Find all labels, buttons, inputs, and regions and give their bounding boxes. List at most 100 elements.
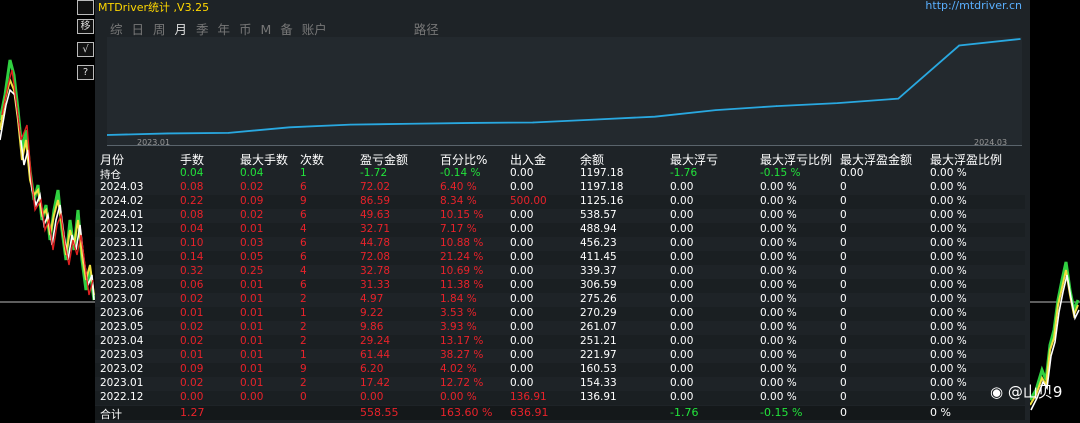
cell-lots: 0.04 — [180, 223, 204, 235]
tab-month[interactable]: 月 — [175, 19, 188, 38]
table-row: 2023.03 0.01 0.01 1 61.44 38.27 % 0.00 221.97 0.… — [95, 349, 1025, 363]
cell-percent: 1.84 % — [440, 293, 477, 305]
cell-count: 2 — [300, 335, 307, 347]
cell-max-float-profit-pct: 0.00 % — [930, 293, 967, 305]
cell-pnl: 558.55 — [360, 406, 399, 419]
tab-summary[interactable]: 综 — [110, 19, 123, 38]
cell-max-float-loss-pct: 0.00 % — [760, 349, 797, 361]
table-row: 2023.08 0.06 0.01 6 31.33 11.38 % 0.00 306.59 0.… — [95, 279, 1025, 293]
cell-month: 2022.12 — [100, 391, 144, 403]
cell-deposit: 0.00 — [510, 223, 534, 235]
cell-balance: 339.37 — [580, 265, 617, 277]
cell-deposit: 0.00 — [510, 363, 534, 375]
col-header-max-float-profit: 最大浮盈金额 — [840, 153, 913, 167]
cell-lots: 0.01 — [180, 307, 204, 319]
cell-max-float-profit: 0 — [840, 265, 847, 277]
cell-lots: 0.02 — [180, 377, 204, 389]
cell-pnl: 49.63 — [360, 209, 391, 221]
table-row: 2023.11 0.10 0.03 6 44.78 10.88 % 0.00 456.23 0.… — [95, 237, 1025, 251]
cell-count: 6 — [300, 181, 307, 193]
tab-account[interactable]: 账户 — [302, 19, 327, 38]
check-button[interactable]: √ — [77, 42, 94, 57]
move-button[interactable]: 移 — [77, 19, 94, 34]
cell-deposit: 0.00 — [510, 181, 534, 193]
col-header-pnl: 盈亏金额 — [360, 153, 409, 167]
help-button[interactable]: ? — [77, 65, 94, 80]
cell-month: 2023.09 — [100, 265, 144, 277]
cell-pnl: 0.00 — [360, 391, 384, 403]
equity-point — [836, 102, 839, 104]
col-header-month: 月份 — [100, 153, 125, 167]
cell-count: 1 — [300, 307, 307, 319]
tab-currency[interactable]: 币 — [239, 19, 252, 38]
cell-month: 2023.06 — [100, 307, 144, 319]
site-link[interactable]: http://mtdriver.cn — [925, 0, 1022, 12]
cell-pnl: -1.72 — [360, 167, 388, 179]
equity-point — [471, 122, 474, 124]
tab-day[interactable]: 日 — [132, 19, 145, 38]
cell-max-float-loss: 0.00 — [670, 251, 694, 263]
cell-balance: 538.57 — [580, 209, 617, 221]
cell-count: 2 — [300, 321, 307, 333]
side-button-hidden[interactable] — [77, 0, 94, 15]
cell-lots: 0.04 — [180, 167, 204, 179]
cell-pnl: 9.86 — [360, 321, 384, 333]
equity-chart-svg — [106, 38, 1021, 136]
cell-lots: 0.00 — [180, 391, 204, 403]
cell-count: 1 — [300, 167, 307, 179]
cell-percent: 7.17 % — [440, 223, 477, 235]
cell-deposit: 0.00 — [510, 307, 534, 319]
cell-percent: 12.72 % — [440, 377, 484, 389]
cell-month: 2023.01 — [100, 377, 144, 389]
cell-month: 2023.02 — [100, 363, 144, 375]
col-header-max-float-loss: 最大浮亏 — [670, 153, 719, 167]
cell-max-float-loss: 0.00 — [670, 265, 694, 277]
cell-max-lots: 0.01 — [240, 335, 264, 347]
cell-max-float-loss-pct: 0.00 % — [760, 377, 797, 389]
col-header-max-float-loss-pct: 最大浮亏比例 — [760, 153, 833, 167]
cell-max-lots: 0.09 — [240, 195, 264, 207]
col-header-count: 次数 — [300, 153, 325, 167]
cell-deposit: 0.00 — [510, 321, 534, 333]
candle-trace-yellow — [0, 76, 95, 296]
equity-point — [1019, 38, 1021, 40]
cell-max-lots: 0.01 — [240, 377, 264, 389]
tab-quarter[interactable]: 季 — [196, 19, 209, 38]
cell-balance: 160.53 — [580, 363, 617, 375]
cell-max-float-loss: 0.00 — [670, 377, 694, 389]
cell-max-float-profit: 0.00 — [840, 167, 864, 179]
cell-max-float-loss: -1.76 — [670, 406, 699, 419]
tab-note[interactable]: 备 — [280, 19, 293, 38]
table-row: 2023.02 0.09 0.01 9 6.20 4.02 % 0.00 160.53 0.00… — [95, 363, 1025, 377]
cell-count: 2 — [300, 293, 307, 305]
cell-max-float-profit-pct: 0.00 % — [930, 321, 967, 333]
equity-point — [897, 97, 900, 100]
cell-month: 持仓 — [100, 169, 121, 181]
equity-point — [654, 115, 656, 118]
tab-path[interactable]: 路径 — [414, 19, 439, 38]
tab-year[interactable]: 年 — [218, 19, 231, 38]
cell-deposit: 0.00 — [510, 237, 534, 249]
tab-m[interactable]: M — [261, 22, 272, 37]
cell-max-float-loss: 0.00 — [670, 349, 694, 361]
cell-month: 合计 — [100, 408, 122, 421]
cell-balance: 1197.18 — [580, 167, 624, 179]
tab-week[interactable]: 周 — [153, 19, 166, 38]
cell-max-float-loss: 0.00 — [670, 321, 694, 333]
cell-pnl: 72.08 — [360, 251, 391, 263]
cell-percent: 13.17 % — [440, 335, 484, 347]
cell-percent: 10.69 % — [440, 265, 484, 277]
cell-max-float-loss-pct: -0.15 % — [760, 406, 803, 419]
equity-point — [532, 121, 534, 124]
equity-line — [106, 38, 1021, 136]
cell-pnl: 4.97 — [360, 293, 384, 305]
cell-max-float-profit-pct: 0.00 % — [930, 307, 967, 319]
cell-max-float-profit: 0 — [840, 335, 847, 347]
cell-percent: 6.40 % — [440, 181, 477, 193]
cell-max-lots: 0.01 — [240, 349, 264, 361]
cell-balance: 261.07 — [580, 321, 617, 333]
table-row: 2023.12 0.04 0.01 4 32.71 7.17 % 0.00 488.94 0.0… — [95, 223, 1025, 237]
cell-count: 1 — [300, 349, 307, 361]
cell-pnl: 86.59 — [360, 195, 391, 207]
table-row: 2023.06 0.01 0.01 1 9.22 3.53 % 0.00 270.29 0.00… — [95, 307, 1025, 321]
